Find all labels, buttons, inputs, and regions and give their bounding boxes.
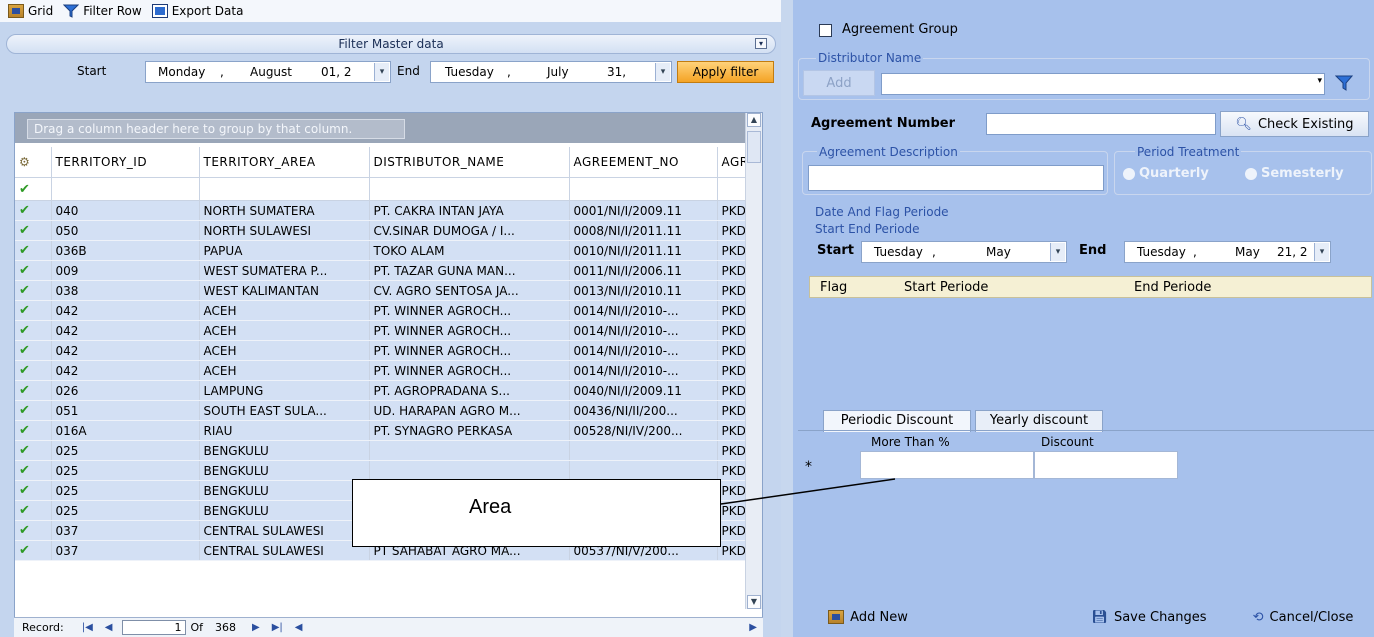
- callout-text: Area: [469, 496, 512, 518]
- annotation-callout: Area: [352, 479, 721, 547]
